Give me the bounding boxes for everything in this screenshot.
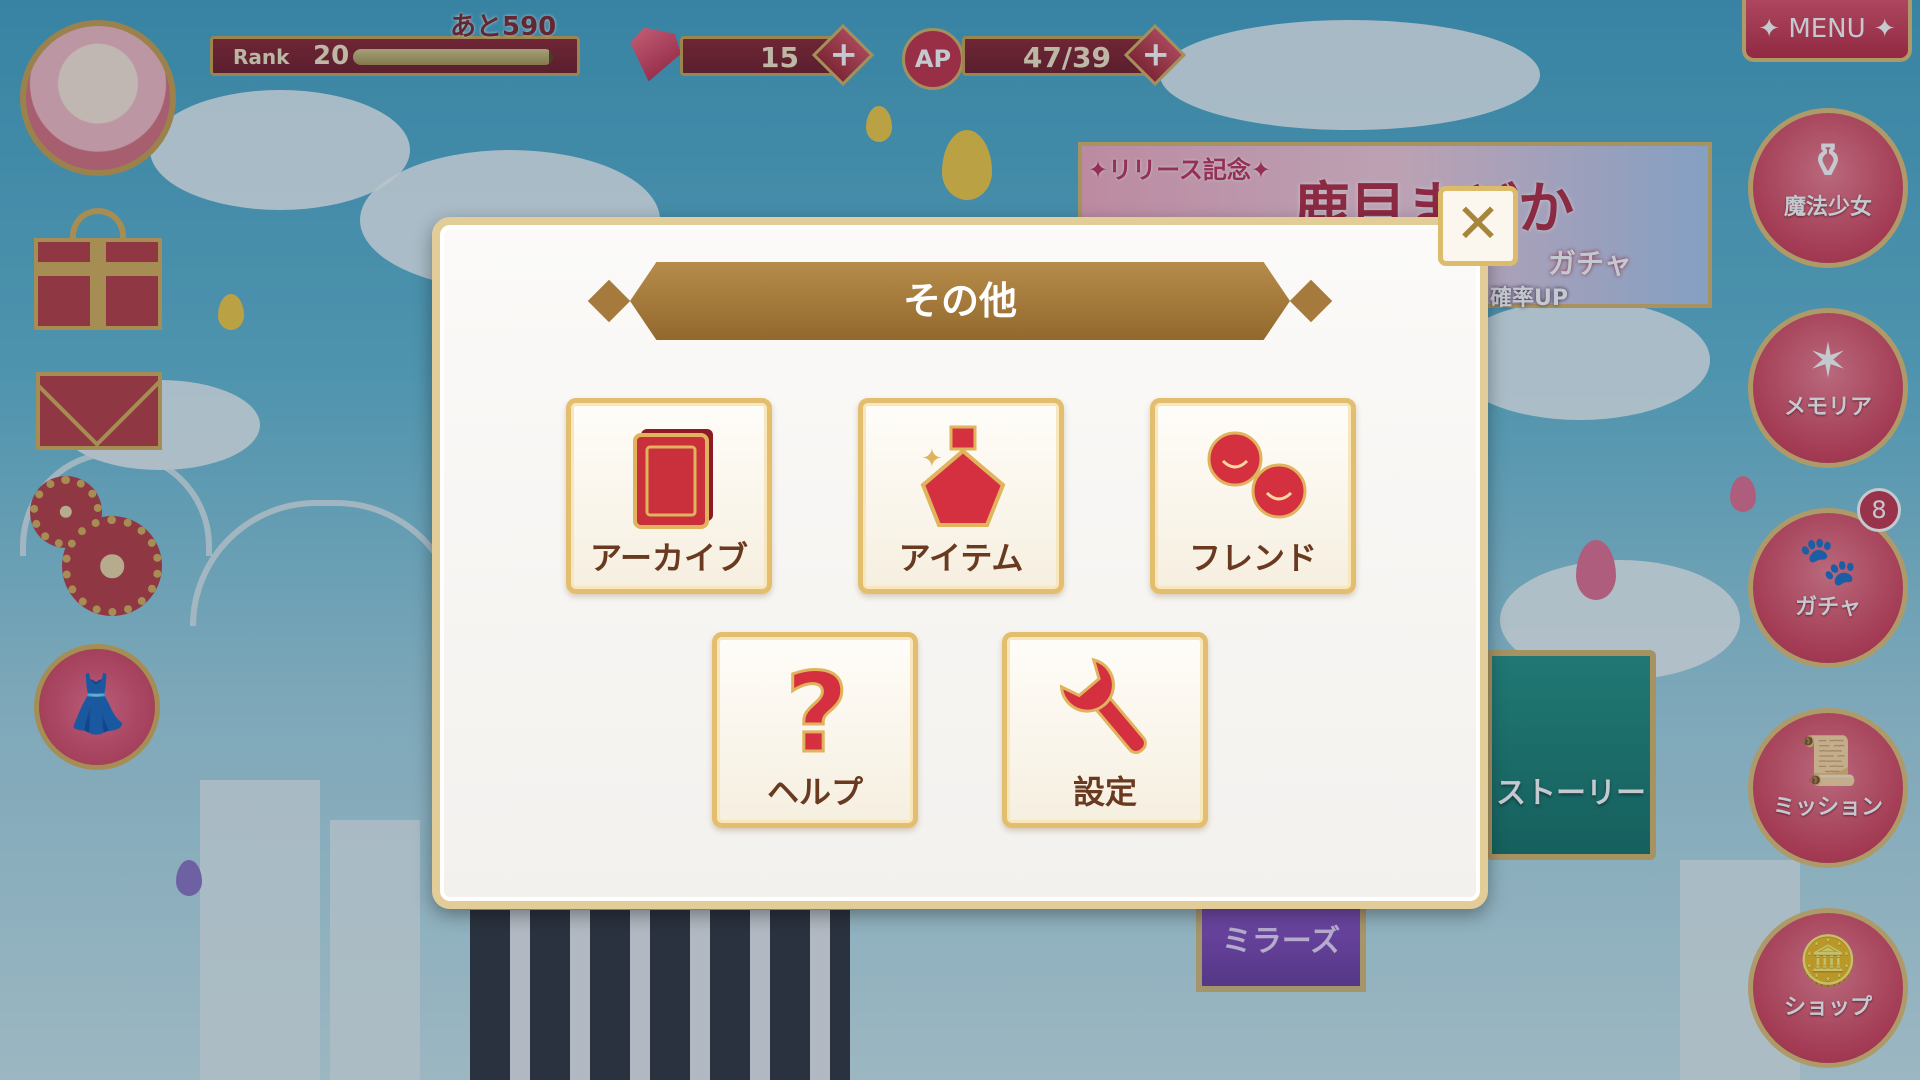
item-button[interactable]: ✦ アイテム [858, 398, 1064, 594]
help-label: ヘルプ [766, 773, 863, 811]
close-icon: ✕ [1455, 192, 1501, 255]
svg-text:✦: ✦ [921, 444, 943, 474]
friends-icon [1207, 431, 1307, 519]
friend-label: フレンド [1188, 539, 1317, 577]
close-button[interactable]: ✕ [1438, 186, 1518, 266]
friend-button[interactable]: フレンド [1150, 398, 1356, 594]
archive-button[interactable]: アーカイブ [566, 398, 772, 594]
potion-bottle-icon: ✦ [920, 425, 1006, 527]
modal-title: その他 [630, 262, 1290, 340]
item-label: アイテム [898, 539, 1024, 577]
settings-label: 設定 [1072, 773, 1137, 811]
archive-book-icon [633, 429, 713, 529]
svg-text:?: ? [785, 655, 849, 765]
wrench-icon [1059, 657, 1147, 754]
help-button[interactable]: ? ヘルプ [712, 632, 918, 828]
help-question-icon: ? [784, 655, 851, 765]
settings-button[interactable]: 設定 [1002, 632, 1208, 828]
archive-label: アーカイブ [589, 539, 749, 577]
